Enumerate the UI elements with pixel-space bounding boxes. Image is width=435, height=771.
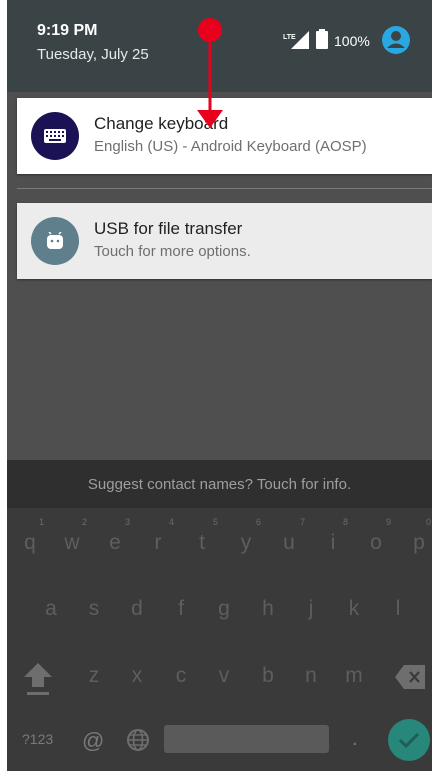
swipe-down-arrow-annotation	[197, 18, 223, 128]
